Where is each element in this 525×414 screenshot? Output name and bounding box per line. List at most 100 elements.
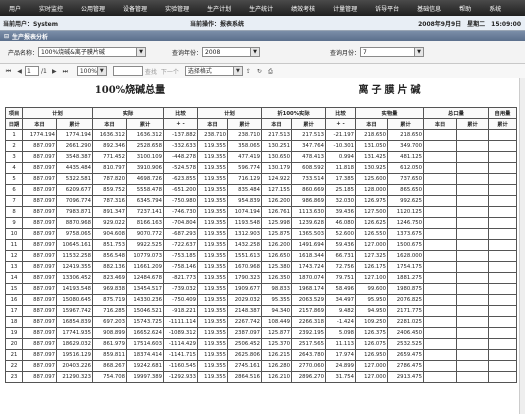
subheader-cell: 本日 <box>92 118 127 130</box>
table-cell <box>488 151 517 163</box>
table-cell: 1074.194 <box>227 206 262 218</box>
table-cell <box>423 162 457 174</box>
main-menu-bar: 用户 实时监控 公用管理 设备管理 实验管理 生产计划 生产统计 绩效考核 计量… <box>0 0 525 16</box>
table-cell: 9.482 <box>325 305 356 317</box>
table-cell: 119.355 <box>197 316 228 328</box>
table-cell: 18629.032 <box>56 338 93 350</box>
next-link[interactable]: 下一个 <box>161 67 179 76</box>
table-cell: -137.882 <box>163 129 198 141</box>
row-date-cell: 23 <box>5 371 23 383</box>
table-cell: -1114.429 <box>163 338 198 350</box>
table-cell: 4698.726 <box>126 173 164 185</box>
menu-item-metering[interactable]: 计量管理 <box>324 4 366 13</box>
table-cell: 126.950 <box>355 349 388 361</box>
table-cell: 891.347 <box>92 206 127 218</box>
refresh-icon[interactable]: ↻ <box>255 67 264 76</box>
prev-page-icon[interactable]: ◀ <box>15 67 24 76</box>
last-page-icon[interactable]: ⏭ <box>61 67 70 76</box>
table-cell: 125.380 <box>261 261 292 273</box>
report-scrollbar[interactable] <box>519 78 525 414</box>
section-collapse-icon[interactable]: ⊟ <box>4 33 9 40</box>
menu-item-production-stats[interactable]: 生产统计 <box>240 4 282 13</box>
table-cell: 9922.525 <box>126 239 164 251</box>
find-input[interactable] <box>112 66 143 76</box>
table-cell: 14330.236 <box>126 294 164 306</box>
table-cell: 2913.475 <box>387 371 424 383</box>
page-total: /1 <box>41 67 47 75</box>
row-date-cell: 17 <box>5 305 23 317</box>
table-cell: 127.000 <box>355 360 388 372</box>
month-select[interactable]: 7 ▼ <box>360 47 425 57</box>
menu-item-production-plan[interactable]: 生产计划 <box>198 4 240 13</box>
find-link[interactable]: 查找 <box>145 67 157 76</box>
table-cell: 99.600 <box>355 283 388 295</box>
menu-item-guide-platform[interactable]: 诉导平台 <box>366 4 408 13</box>
menu-item-public-mgmt[interactable]: 公用管理 <box>72 4 114 13</box>
table-cell: 771.452 <box>92 151 127 163</box>
table-cell: 887.097 <box>22 184 57 196</box>
table-cell: 1628.000 <box>387 250 424 262</box>
menu-item-equipment-mgmt[interactable]: 设备管理 <box>114 4 156 13</box>
table-cell: -623.855 <box>163 173 198 185</box>
year-select[interactable]: 2008 ▼ <box>202 47 261 57</box>
menu-item-lab-mgmt[interactable]: 实验管理 <box>156 4 198 13</box>
table-cell: 1968.174 <box>291 283 326 295</box>
table-cell <box>423 360 457 372</box>
table-cell: 733.514 <box>291 173 326 185</box>
print-icon[interactable]: ⎙ <box>266 67 275 76</box>
table-cell <box>423 151 457 163</box>
table-cell: 218.650 <box>355 129 388 141</box>
row-date-cell: 8 <box>5 206 23 218</box>
menu-item-performance[interactable]: 绩效考核 <box>282 4 324 13</box>
format-select[interactable]: 选择格式 ▼ <box>184 66 243 76</box>
table-cell <box>456 261 489 273</box>
menu-item-help[interactable]: 帮助 <box>450 4 480 13</box>
table-cell: 10645.161 <box>56 239 93 251</box>
table-cell <box>456 239 489 251</box>
subheader-cell: 本日 <box>355 118 388 130</box>
export-icon[interactable]: ⇪ <box>244 67 253 76</box>
table-cell: 7237.141 <box>126 206 164 218</box>
product-label: 产品名称： <box>8 49 39 57</box>
table-cell: 34.497 <box>325 294 356 306</box>
table-cell <box>456 206 489 218</box>
menu-item-user[interactable]: 用户 <box>0 4 30 13</box>
zoom-select[interactable]: 100% ▼ <box>76 66 107 76</box>
row-date-cell: 21 <box>5 349 23 361</box>
product-select-value: 100%烧碱&离子膜片碱 <box>41 49 105 56</box>
first-page-icon[interactable]: ⏮ <box>4 67 13 76</box>
table-cell: 19242.681 <box>126 360 164 372</box>
table-cell: 6209.677 <box>56 184 93 196</box>
product-select[interactable]: 100%烧碱&离子膜片碱 ▼ <box>38 47 147 57</box>
table-cell: 126.625 <box>355 217 388 229</box>
table-cell <box>423 217 457 229</box>
current-operation: 当前操作：报表系统 <box>190 20 245 28</box>
row-date-cell: 2 <box>5 140 23 152</box>
table-cell: 2266.318 <box>291 316 326 328</box>
table-cell: 20403.226 <box>56 360 93 372</box>
menu-item-system[interactable]: 系统 <box>480 4 510 13</box>
header-plan2: 计划 <box>197 107 262 119</box>
table-cell: -750.409 <box>163 294 198 306</box>
next-page-icon[interactable]: ▶ <box>50 67 59 76</box>
table-cell <box>456 250 489 262</box>
table-cell: -1141.715 <box>163 349 198 361</box>
menu-item-base-info[interactable]: 基础信息 <box>408 4 450 13</box>
table-cell: 1120.125 <box>387 206 424 218</box>
table-cell: 787.820 <box>92 173 127 185</box>
menu-item-realtime-monitor[interactable]: 实时监控 <box>30 4 72 13</box>
table-cell: 2063.529 <box>291 294 326 306</box>
table-row: 21 887.097 19516.129 859.811 18374.414 -1141.… <box>5 349 517 361</box>
table-cell <box>456 283 489 295</box>
chevron-down-icon: ▼ <box>96 67 106 75</box>
header-converted: 折100%实际 <box>261 107 326 119</box>
table-cell: 32.030 <box>325 195 356 207</box>
table-cell: 119.355 <box>197 360 228 372</box>
table-row: 1 1774.194 1774.194 1636.312 1636.312 -137.88… <box>5 129 517 141</box>
table-cell: 2406.450 <box>387 327 424 339</box>
subheader-cell: 本日 <box>261 118 292 130</box>
page-number-input[interactable]: 1 <box>25 66 39 76</box>
table-cell <box>456 140 489 152</box>
table-cell: 119.355 <box>197 184 228 196</box>
info-bar: 当前用户：System 当前操作：报表系统 2008年9月9日 星期二 15:0… <box>0 16 525 31</box>
